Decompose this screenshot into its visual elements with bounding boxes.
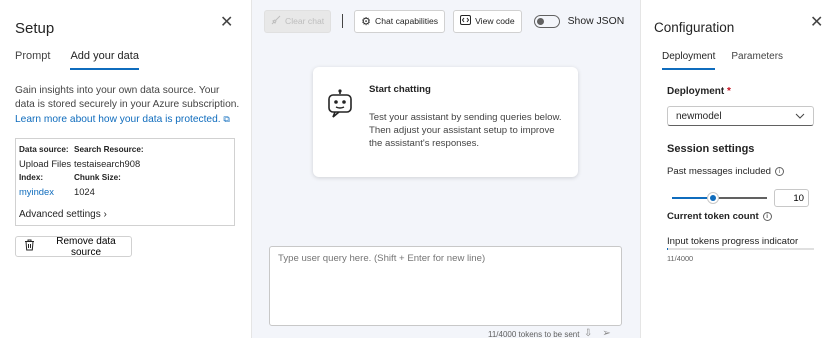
configuration-panel: Configuration ✕ Deployment Parameters De… — [640, 0, 840, 338]
required-mark: * — [727, 86, 731, 97]
chat-capabilities-label: Chat capabilities — [375, 16, 439, 26]
chunk-size-value: 1024 — [74, 186, 95, 197]
card-title: Start chatting — [369, 84, 431, 95]
past-messages-label: Past messages included i — [667, 166, 784, 177]
setup-title: Setup — [15, 20, 55, 37]
broom-icon — [271, 15, 281, 27]
tab-prompt[interactable]: Prompt — [15, 50, 50, 70]
token-count-note: 11/4000 tokens to be sent — [488, 330, 580, 338]
slider-thumb[interactable] — [706, 192, 719, 204]
tab-add-your-data[interactable]: Add your data — [70, 50, 139, 70]
data-source-value: Upload Files — [19, 158, 72, 169]
chat-toolbar: Clear chat ⚙ Chat capabilities View code… — [264, 9, 670, 33]
clear-chat-label: Clear chat — [285, 16, 325, 26]
show-json-label: Show JSON — [567, 15, 625, 27]
setup-panel: Setup ✕ Prompt Add your data Gain insigh… — [0, 0, 252, 338]
current-token-label-text: Current token count — [667, 211, 759, 222]
chunk-size-label: Chunk Size: — [74, 173, 121, 182]
chat-input-actions: ⇩ ➢ — [584, 328, 611, 338]
setup-tabs: Prompt Add your data — [15, 50, 139, 70]
configuration-tabs: Deployment Parameters — [662, 51, 783, 70]
close-configuration-icon[interactable]: ✕ — [810, 15, 823, 31]
past-messages-slider[interactable] — [672, 192, 767, 204]
remove-button-label: Remove data source — [56, 235, 116, 258]
code-icon — [460, 15, 472, 27]
input-tokens-progress-value: 11/4000 — [667, 254, 694, 263]
gear-icon: ⚙ — [361, 15, 372, 28]
trash-icon — [24, 239, 35, 254]
remove-data-source-button[interactable]: Remove data source — [15, 235, 132, 258]
show-json-toggle[interactable] — [533, 14, 560, 28]
deployment-select-value: newmodel — [676, 110, 722, 122]
info-icon[interactable]: i — [762, 212, 772, 221]
data-description: Gain insights into your own data source.… — [15, 84, 240, 127]
send-icon[interactable]: ➢ — [602, 328, 610, 338]
external-link-icon: ⧉ — [223, 114, 230, 124]
close-setup-icon[interactable]: ✕ — [220, 15, 234, 31]
search-resource-label: Search Resource: — [74, 145, 144, 154]
chat-capabilities-button[interactable]: ⚙ Chat capabilities — [354, 9, 446, 33]
advanced-settings-toggle[interactable]: Advanced settings › — [19, 209, 107, 220]
deployment-label: Deployment * — [667, 86, 731, 97]
info-icon[interactable]: i — [775, 167, 784, 176]
clear-chat-button[interactable]: Clear chat — [264, 9, 332, 33]
index-link[interactable]: myindex — [19, 186, 54, 197]
search-resource-value: testaisearch908 — [74, 158, 141, 169]
data-source-label: Data source: — [19, 145, 69, 154]
past-messages-label-text: Past messages included — [667, 166, 771, 177]
attach-icon[interactable]: ⇩ — [584, 328, 592, 338]
data-source-summary: Data source: Upload Files Search Resourc… — [15, 138, 235, 226]
chevron-right-icon: › — [103, 209, 107, 220]
bot-icon — [326, 89, 354, 122]
start-chatting-card: Start chatting Test your assistant by se… — [313, 67, 578, 177]
description-text: Gain insights into your own data source.… — [15, 85, 240, 110]
session-settings-title: Session settings — [667, 143, 755, 155]
input-tokens-progress-label: Input tokens progress indicator — [667, 236, 799, 247]
chat-input[interactable] — [269, 246, 622, 326]
view-code-button[interactable]: View code — [453, 9, 522, 33]
deployment-label-text: Deployment — [667, 86, 725, 97]
card-body: Test your assistant by sending queries b… — [369, 112, 562, 149]
index-label: Index: — [19, 173, 44, 182]
toolbar-divider — [342, 14, 344, 28]
advanced-settings-label: Advanced settings — [19, 209, 101, 220]
deployment-select[interactable]: newmodel — [667, 106, 814, 126]
tab-deployment[interactable]: Deployment — [662, 51, 716, 70]
input-tokens-progress-bar — [667, 248, 814, 250]
view-code-label: View code — [475, 16, 515, 26]
current-token-count-label: Current token count i — [667, 211, 772, 222]
chevron-down-icon — [795, 111, 805, 122]
tab-parameters[interactable]: Parameters — [731, 51, 783, 70]
learn-more-link[interactable]: Learn more about how your data is protec… — [15, 114, 221, 125]
configuration-title: Configuration — [654, 20, 735, 35]
past-messages-input[interactable] — [774, 189, 809, 207]
